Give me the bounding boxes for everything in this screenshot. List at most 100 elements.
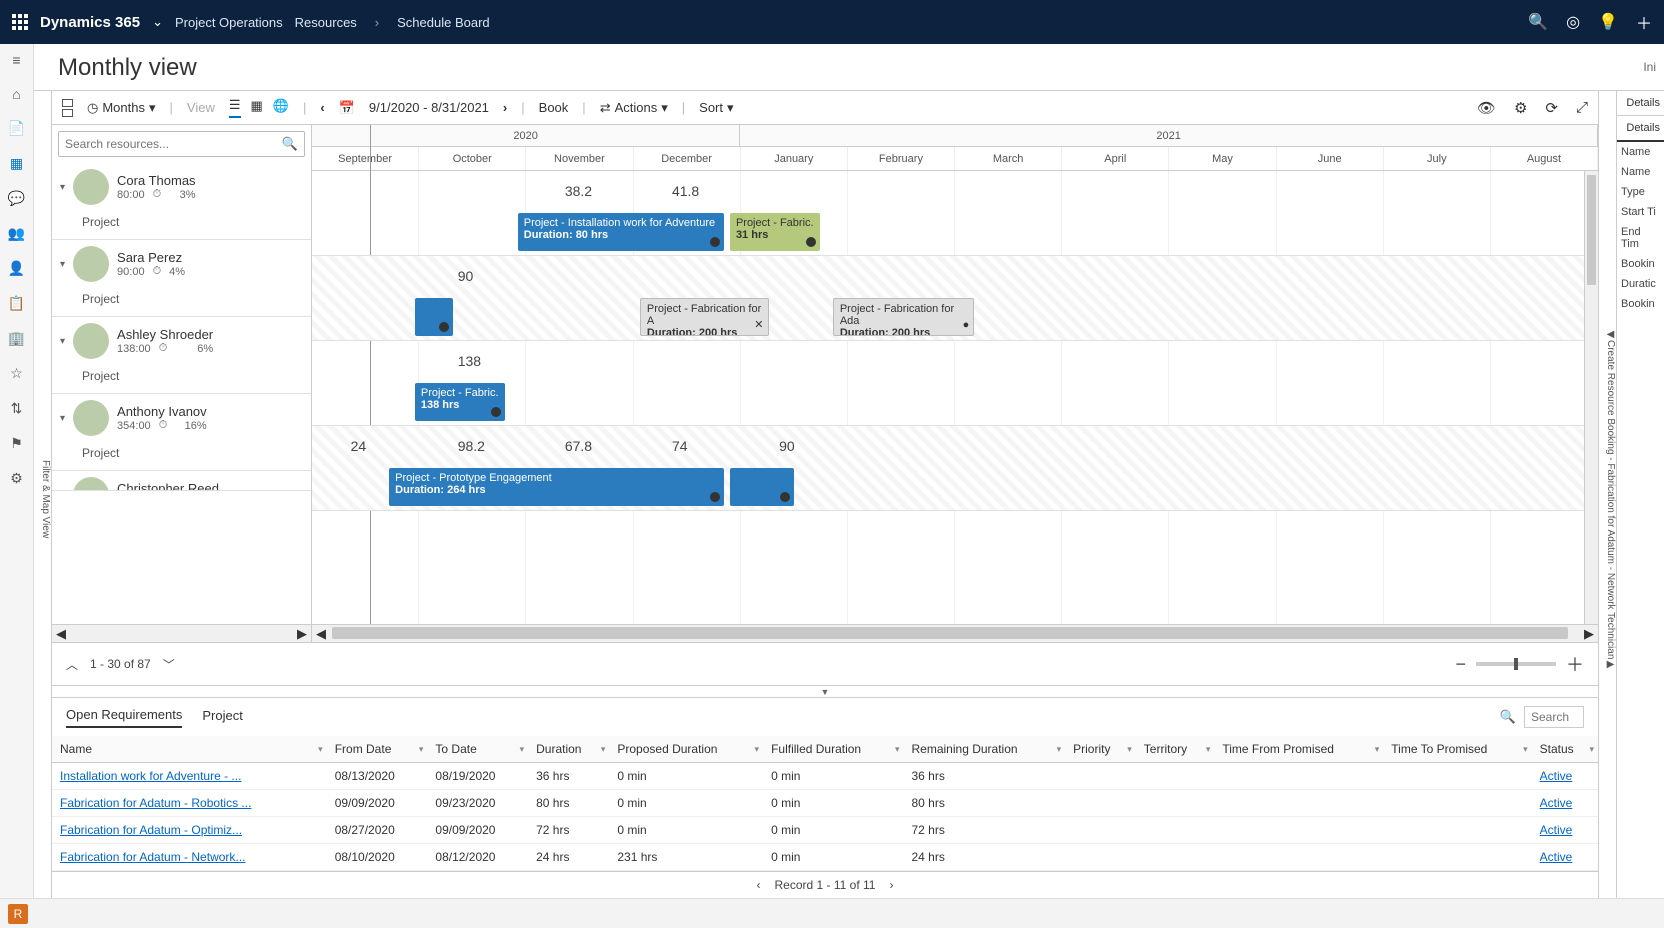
column-header[interactable]: To Date▾ <box>427 736 528 763</box>
column-header[interactable]: From Date▾ <box>327 736 428 763</box>
column-filter-icon[interactable]: ▾ <box>1206 744 1211 755</box>
next-range-icon[interactable]: › <box>503 100 507 115</box>
chevron-icon[interactable]: ▾ <box>60 413 65 424</box>
sort-dropdown[interactable]: Sort ▾ <box>699 100 733 116</box>
chevron-icon[interactable]: ▾ <box>60 490 65 492</box>
column-header[interactable]: Time From Promised▾ <box>1214 736 1383 763</box>
column-header[interactable]: Time To Promised▾ <box>1383 736 1531 763</box>
column-header[interactable]: Territory▾ <box>1136 736 1215 763</box>
booking-bar[interactable]: Project - Fabrication for AdaDuration: 2… <box>833 298 974 336</box>
column-filter-icon[interactable]: ▾ <box>419 744 424 755</box>
search-resources[interactable]: 🔍 <box>58 131 305 157</box>
gear-icon[interactable]: ⚙ <box>10 470 23 487</box>
status-link[interactable]: Active <box>1540 796 1573 810</box>
booking-bar[interactable]: Project - Fabric.138 hrs <box>415 383 505 421</box>
create-booking-toggle[interactable]: ◀Create Resource Booking - Fabrication f… <box>1598 91 1616 898</box>
fullscreen-icon[interactable]: ⤢ <box>1576 99 1588 117</box>
booking-bar[interactable]: Project - Fabric.31 hrs <box>730 213 820 251</box>
column-header[interactable]: Priority▾ <box>1065 736 1136 763</box>
tab-project[interactable]: Project <box>202 708 242 727</box>
collapse-up-icon[interactable]: ︿ <box>66 656 78 673</box>
booking-bar[interactable]: Project - Prototype EngagementDuration: … <box>389 468 723 506</box>
refresh-icon[interactable]: ⟳ <box>1545 99 1558 117</box>
search-input[interactable] <box>65 137 282 151</box>
prev-range-icon[interactable]: ‹ <box>320 100 324 115</box>
req-link[interactable]: Fabrication for Adatum - Optimiz... <box>60 823 242 837</box>
home-icon[interactable]: ⌂ <box>12 86 20 102</box>
zoom-out-icon[interactable]: − <box>1455 654 1466 675</box>
req-link[interactable]: Fabrication for Adatum - Network... <box>60 850 245 864</box>
target-icon[interactable]: ◎ <box>1566 12 1580 32</box>
view-list-icon[interactable]: ☰ <box>229 97 241 118</box>
column-filter-icon[interactable]: ▾ <box>1057 744 1062 755</box>
arrows-icon[interactable]: ⇅ <box>11 400 23 417</box>
app-name[interactable]: Project Operations <box>175 15 283 30</box>
resource-name[interactable]: Cora Thomas <box>117 173 196 188</box>
clipboard-icon[interactable]: 📋 <box>8 295 25 312</box>
eye-icon[interactable]: 👁 <box>1477 99 1496 117</box>
grid-row[interactable]: Fabrication for Adatum - Robotics ...09/… <box>52 790 1598 817</box>
timeline-hscroll[interactable]: ◀ ▶ <box>312 624 1598 642</box>
date-range[interactable]: 9/1/2020 - 8/31/2021 <box>369 100 489 115</box>
building-icon[interactable]: 🏢 <box>8 330 25 347</box>
expand-down-icon[interactable]: ﹀ <box>163 656 175 673</box>
bulb-icon[interactable]: 💡 <box>1598 12 1618 32</box>
chevron-down-icon[interactable]: ⌄ <box>152 14 163 30</box>
calendar-icon[interactable]: ▦ <box>10 155 23 172</box>
chevron-icon[interactable]: ▾ <box>60 182 65 193</box>
column-filter-icon[interactable]: ▾ <box>601 744 606 755</box>
grid-row[interactable]: Fabrication for Adatum - Optimiz...08/27… <box>52 817 1598 844</box>
calendar-picker-icon[interactable]: 📅 <box>339 100 355 116</box>
column-header[interactable]: Remaining Duration▾ <box>904 736 1066 763</box>
column-header[interactable]: Name▾ <box>52 736 327 763</box>
view-grid-icon[interactable]: ▦ <box>251 98 263 117</box>
flag-icon[interactable]: ⚑ <box>10 435 23 452</box>
grid-row[interactable]: Installation work for Adventure - ...08/… <box>52 763 1598 790</box>
resource-name[interactable]: Anthony Ivanov <box>117 404 207 419</box>
chevron-icon[interactable]: ▾ <box>60 259 65 270</box>
view-globe-icon[interactable]: 🌐 <box>273 98 289 117</box>
resource-name[interactable]: Christopher Reed <box>117 481 219 491</box>
zoom-slider[interactable] <box>1476 662 1556 666</box>
column-filter-icon[interactable]: ▾ <box>1589 744 1594 755</box>
record-next-icon[interactable]: › <box>889 878 893 892</box>
booking-bar[interactable] <box>415 298 454 336</box>
column-filter-icon[interactable]: ▾ <box>1375 744 1380 755</box>
search-icon[interactable]: 🔍 <box>282 136 298 152</box>
tab-open-requirements[interactable]: Open Requirements <box>66 707 182 728</box>
resource-name[interactable]: Ashley Shroeder <box>117 327 213 342</box>
search-icon[interactable]: 🔍 <box>1528 12 1548 32</box>
column-filter-icon[interactable]: ▾ <box>318 744 323 755</box>
column-filter-icon[interactable]: ▾ <box>520 744 525 755</box>
column-filter-icon[interactable]: ▾ <box>1523 744 1528 755</box>
people-icon[interactable]: 👥 <box>8 225 25 242</box>
app-launcher-icon[interactable] <box>12 14 28 30</box>
chevron-icon[interactable]: ▾ <box>60 336 65 347</box>
user-icon[interactable]: 👤 <box>8 260 25 277</box>
column-filter-icon[interactable]: ▾ <box>895 744 900 755</box>
column-filter-icon[interactable]: ▾ <box>1127 744 1132 755</box>
zoom-in-icon[interactable]: ＋ <box>1566 651 1584 677</box>
comment-icon[interactable]: 💬 <box>8 190 25 207</box>
grid-row[interactable]: Fabrication for Adatum - Network...08/10… <box>52 844 1598 871</box>
doc-icon[interactable]: 📄 <box>8 120 25 137</box>
breadcrumb-parent[interactable]: Resources <box>295 15 357 30</box>
resource-name[interactable]: Sara Perez <box>117 250 185 265</box>
status-link[interactable]: Active <box>1540 850 1573 864</box>
brand[interactable]: Dynamics 365 <box>40 14 140 31</box>
details-tab[interactable]: Details <box>1617 116 1664 142</box>
status-link[interactable]: Active <box>1540 769 1573 783</box>
panel-splitter[interactable]: ▼ <box>52 685 1598 697</box>
filter-map-toggle[interactable]: Filter & Map View <box>34 91 52 898</box>
column-header[interactable]: Fulfilled Duration▾ <box>763 736 903 763</box>
plus-icon[interactable]: ＋ <box>1636 10 1652 34</box>
settings-icon[interactable]: ⚙ <box>1514 99 1527 117</box>
req-link[interactable]: Fabrication for Adatum - Robotics ... <box>60 796 251 810</box>
user-badge[interactable]: R <box>8 904 28 924</box>
v-scrollbar[interactable] <box>1584 171 1598 624</box>
months-dropdown[interactable]: ◷ Months ▾ <box>87 100 156 116</box>
star-icon[interactable]: ☆ <box>10 365 23 382</box>
booking-bar[interactable]: Project - Fabrication for ADuration: 200… <box>640 298 769 336</box>
column-header[interactable]: Status▾ <box>1532 736 1598 763</box>
grid-search-input[interactable] <box>1524 706 1584 728</box>
